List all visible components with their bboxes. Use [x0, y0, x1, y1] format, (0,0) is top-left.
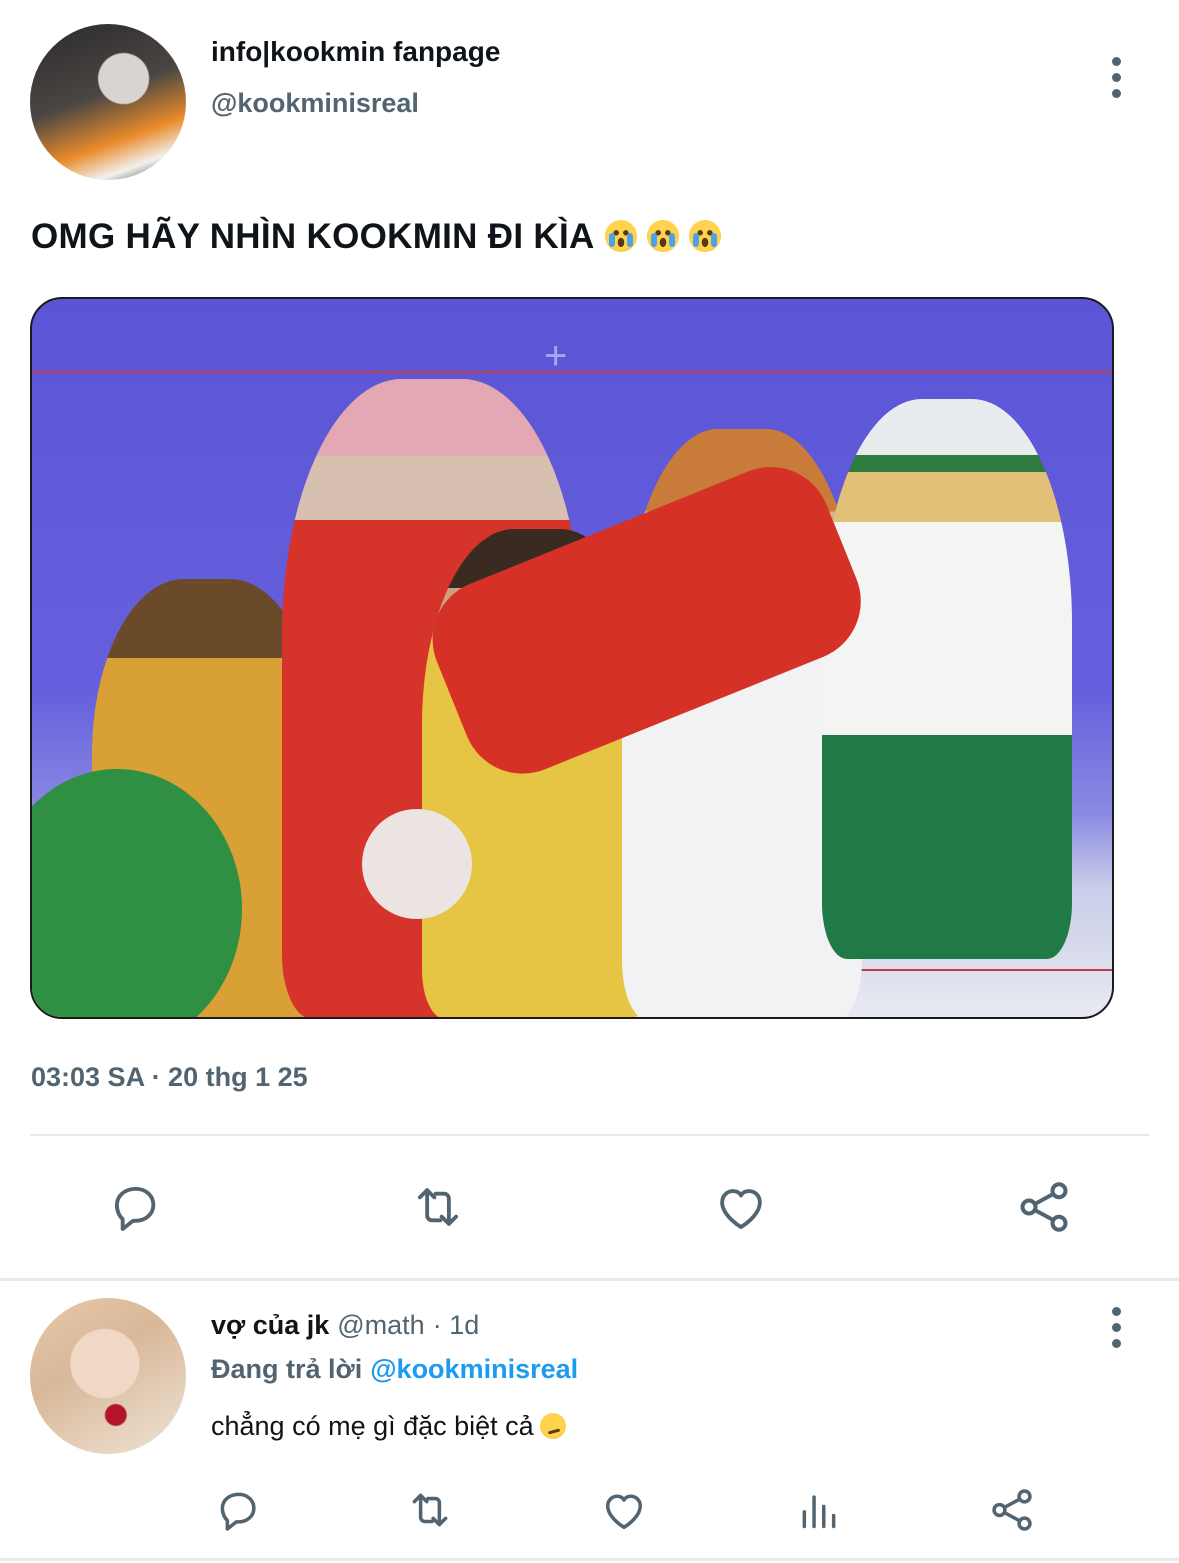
reply-author-avatar[interactable] [30, 1298, 186, 1454]
author-avatar[interactable] [30, 24, 186, 180]
section-divider [0, 1558, 1179, 1561]
reply-header: vợ của jk @math · 1d [211, 1310, 479, 1341]
replying-to: Đang trả lời @kookminisreal [211, 1354, 578, 1385]
reply-like-icon[interactable] [598, 1484, 650, 1536]
more-options-icon[interactable] [1104, 57, 1128, 98]
loudly-crying-face-icon [604, 220, 637, 252]
reply-views-icon[interactable] [796, 1484, 842, 1536]
reply-more-options-icon[interactable] [1104, 1307, 1128, 1348]
author-display-name[interactable]: info|kookmin fanpage [211, 36, 500, 68]
smirking-face-icon [539, 1413, 566, 1439]
photo-figure [822, 399, 1072, 959]
reply-reply-icon[interactable] [212, 1484, 264, 1536]
tweet-timestamp[interactable]: 03:03 SA · 20 thg 1 25 [31, 1062, 308, 1093]
photo-figure [362, 809, 472, 919]
replying-to-mention[interactable]: @kookminisreal [370, 1354, 578, 1384]
reply-age: · 1d [432, 1310, 480, 1340]
replying-to-label: Đang trả lời [211, 1354, 363, 1384]
reply-retweet-icon[interactable] [401, 1484, 459, 1536]
reply-text: chẳng có mẹ gì đặc biệt cả [211, 1411, 566, 1442]
photo-crosshair: + [544, 334, 568, 378]
reply-share-icon[interactable] [986, 1484, 1038, 1536]
reply-author-handle[interactable]: @math [337, 1310, 424, 1340]
tweet-photo[interactable]: + [30, 297, 1114, 1019]
section-divider [0, 1278, 1179, 1281]
tweet-text: OMG HÃY NHÌN KOOKMIN ĐI KÌA [31, 217, 721, 257]
loudly-crying-face-icon [646, 220, 679, 252]
photo-guide-line [32, 371, 1112, 373]
like-icon[interactable] [710, 1176, 772, 1238]
divider [30, 1134, 1149, 1136]
loudly-crying-face-icon [688, 220, 721, 252]
tweet-text-content: OMG HÃY NHÌN KOOKMIN ĐI KÌA [31, 217, 595, 256]
reply-icon[interactable] [104, 1176, 166, 1238]
author-handle[interactable]: @kookminisreal [211, 88, 419, 119]
retweet-icon[interactable] [404, 1176, 472, 1238]
reply-author-display-name[interactable]: vợ của jk [211, 1310, 329, 1340]
reply-text-content: chẳng có mẹ gì đặc biệt cả [211, 1411, 534, 1441]
share-icon[interactable] [1012, 1176, 1076, 1238]
